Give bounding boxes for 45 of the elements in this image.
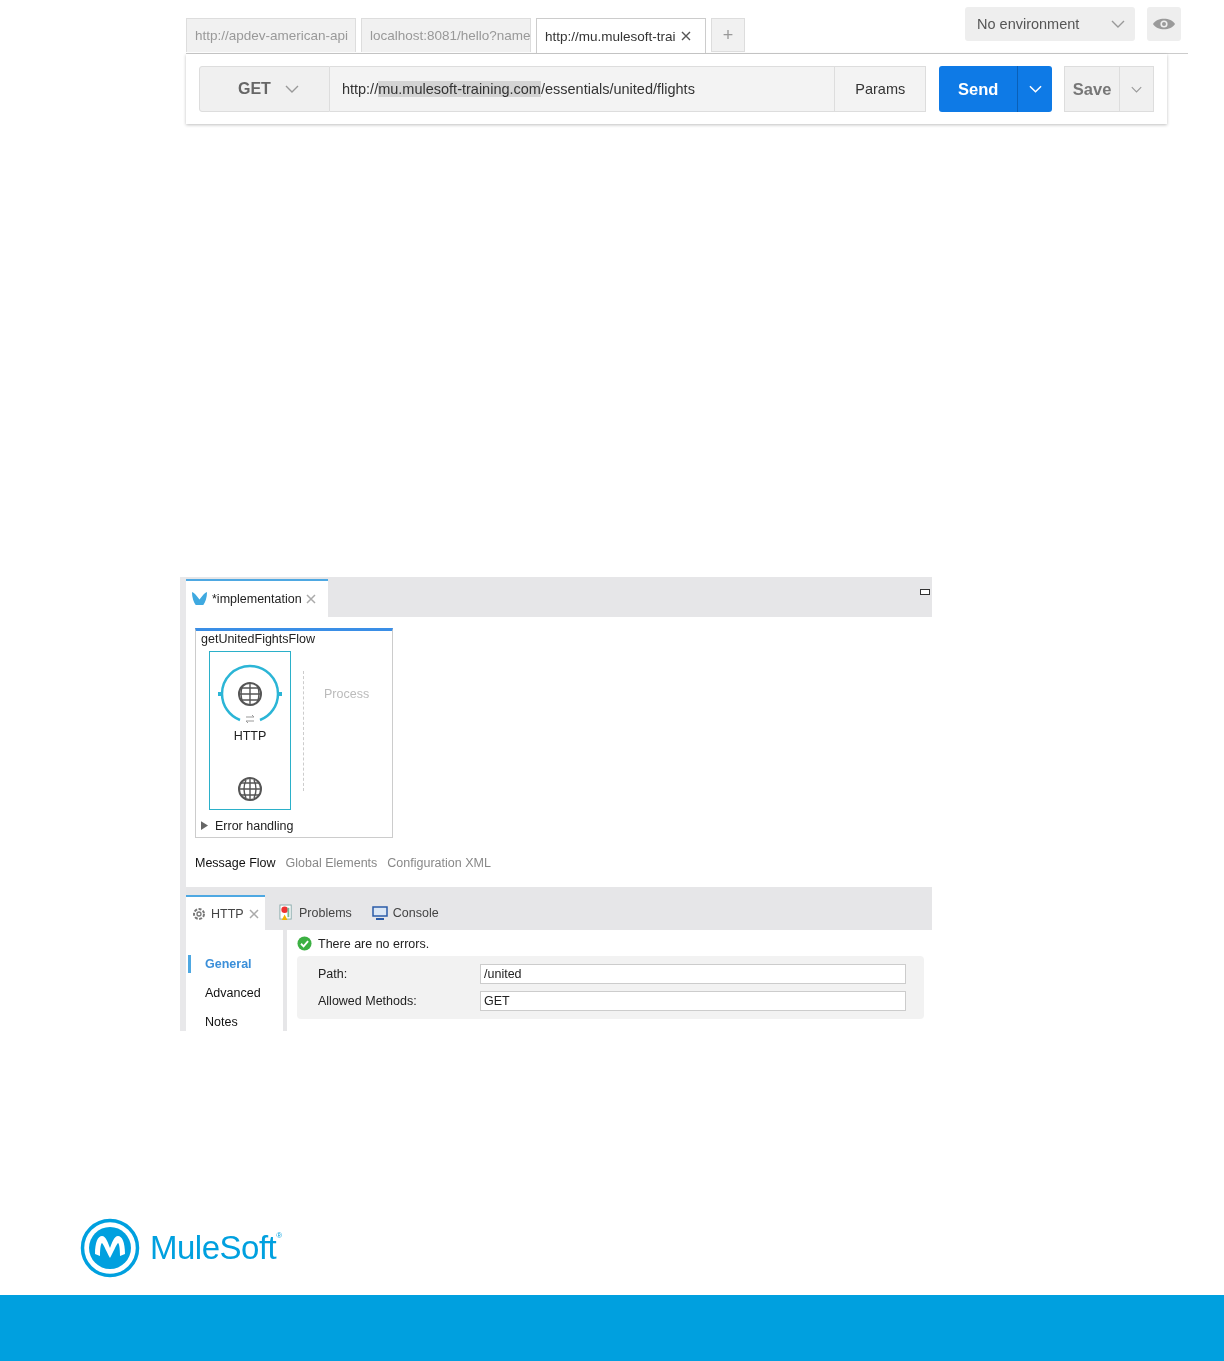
method-dropdown[interactable]: GET	[199, 66, 330, 112]
environment-dropdown[interactable]: No environment	[965, 7, 1135, 41]
canvas-tab[interactable]: Configuration XML	[387, 855, 491, 870]
check-circle-icon	[297, 936, 312, 951]
gear-icon	[192, 906, 206, 921]
minimize-icon[interactable]	[920, 589, 930, 595]
error-handling-toggle[interactable]: Error handling	[201, 818, 294, 833]
chevron-down-icon	[1111, 20, 1125, 28]
send-button[interactable]: Send	[939, 66, 1018, 112]
request-tab[interactable]: http://mu.mulesoft-trai	[536, 18, 706, 53]
chevron-down-icon	[1131, 85, 1142, 93]
status-message: There are no errors.	[318, 936, 430, 951]
canvas-tab[interactable]: Message Flow	[195, 855, 276, 870]
view-tab[interactable]: HTTP	[186, 895, 265, 930]
flow-name: getUnitedFightsFlow	[201, 631, 316, 648]
chevron-down-icon	[284, 85, 299, 93]
save-button[interactable]: Save	[1064, 66, 1121, 112]
view-tab[interactable]: Problems	[273, 895, 358, 930]
view-tab[interactable]: Console	[365, 895, 445, 930]
close-icon[interactable]	[680, 31, 691, 41]
mule-icon	[191, 590, 208, 608]
editor-tab-title: *implementation	[212, 591, 302, 606]
send-options-button[interactable]	[1017, 66, 1053, 112]
url-field[interactable]: http://mu.mulesoft-training.com/essentials/united/flights	[329, 66, 836, 112]
section-tab[interactable]: Notes	[188, 1013, 283, 1031]
canvas-tab[interactable]: Global Elements	[285, 855, 378, 870]
editor-tab[interactable]: *implementation	[186, 578, 328, 617]
field-label: Path:	[318, 967, 349, 981]
chevron-down-icon	[1028, 85, 1042, 93]
eye-button[interactable]	[1147, 7, 1181, 41]
eye-icon	[1152, 17, 1176, 31]
registered-mark: ®	[276, 1231, 283, 1240]
logo-icon	[80, 1218, 140, 1278]
field-label: Allowed Methods:	[318, 994, 418, 1008]
logo-wordmark: MuleSoft	[150, 1229, 277, 1267]
problems-icon	[279, 904, 294, 921]
input-field[interactable]: /united	[480, 964, 906, 984]
input-field[interactable]: GET	[480, 991, 906, 1011]
source-label: HTTP	[233, 728, 267, 743]
globe-icon	[237, 775, 263, 802]
params-button[interactable]: Params	[835, 66, 927, 112]
process-label: Process	[324, 686, 370, 703]
http-listener-icon	[215, 662, 285, 725]
section-tab[interactable]: Advanced	[188, 984, 283, 1002]
monitor-icon	[371, 905, 388, 920]
